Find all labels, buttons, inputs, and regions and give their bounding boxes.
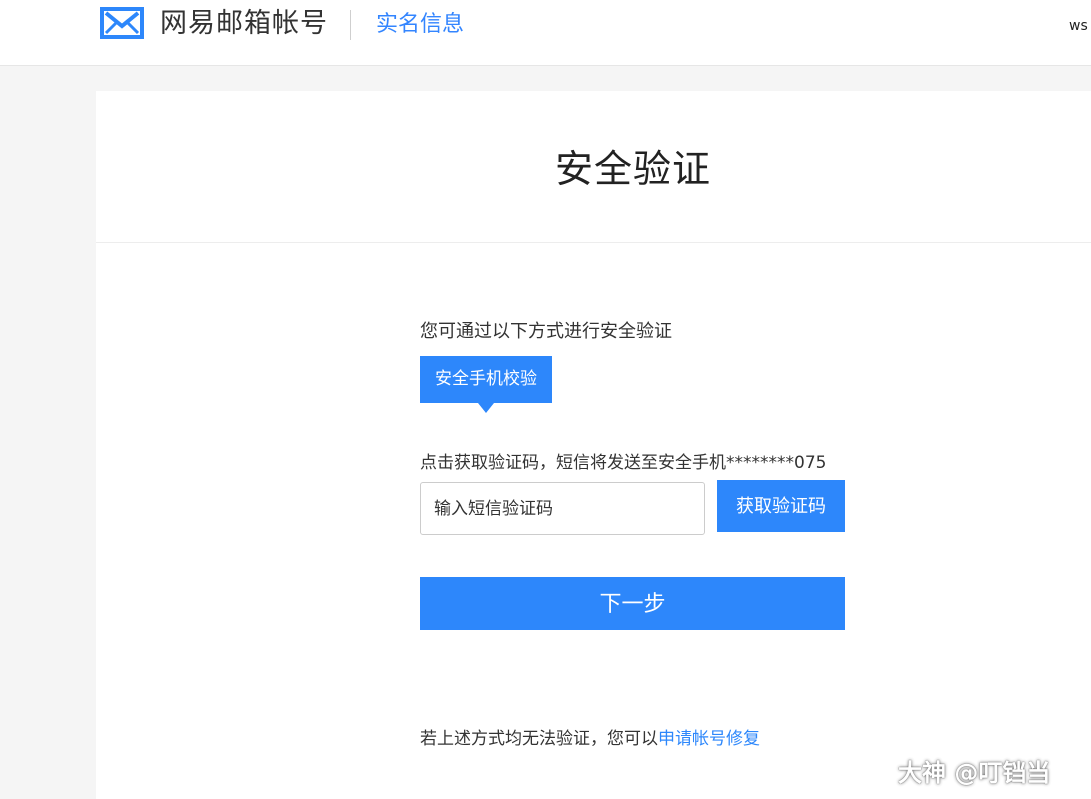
security-verification-card: 安全验证 您可通过以下方式进行安全验证 安全手机校验 点击获取验证码，短信将发送… <box>96 91 1091 799</box>
fallback-text: 若上述方式均无法验证，您可以申请帐号修复 <box>420 727 760 751</box>
brand-divider <box>350 10 351 40</box>
sms-code-input[interactable] <box>420 482 705 535</box>
account-repair-link[interactable]: 申请帐号修复 <box>658 729 760 749</box>
watermark-text: 大神 @叮铛当 <box>898 759 1051 787</box>
page-title: 安全验证 <box>554 147 711 191</box>
fallback-message: 若上述方式均无法验证，您可以 <box>420 729 658 749</box>
sms-hint-text: 点击获取验证码，短信将发送至安全手机********075 <box>420 453 827 473</box>
mail-envelope-icon[interactable] <box>100 7 144 39</box>
next-step-button[interactable]: 下一步 <box>420 577 845 630</box>
page-section-title: 实名信息 <box>376 12 465 37</box>
card-header: 安全验证 <box>96 91 1091 243</box>
tab-secure-phone-verification[interactable]: 安全手机校验 <box>420 356 552 413</box>
get-code-button[interactable]: 获取验证码 <box>717 480 845 532</box>
user-account-label[interactable]: ws <box>1069 16 1088 36</box>
top-header: 网易邮箱帐号 实名信息 ws <box>0 0 1091 66</box>
verification-intro-text: 您可通过以下方式进行安全验证 <box>420 321 672 342</box>
brand-title[interactable]: 网易邮箱帐号 <box>160 6 328 42</box>
